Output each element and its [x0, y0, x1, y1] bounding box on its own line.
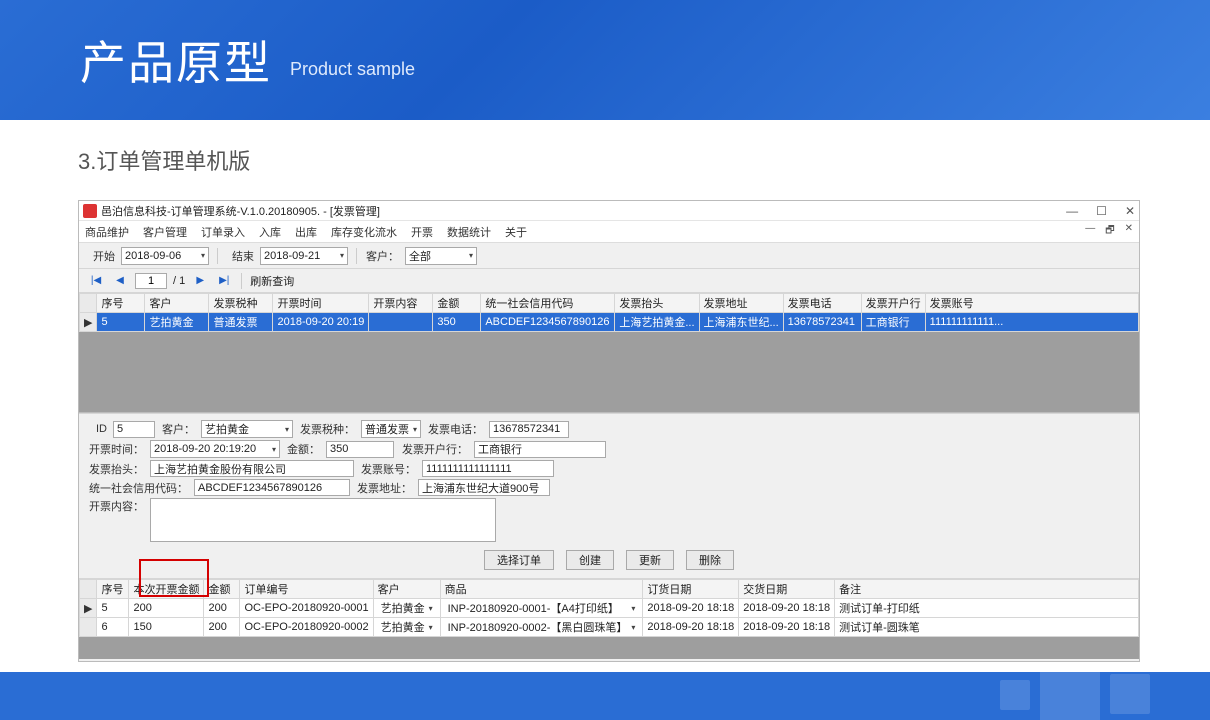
bank-field[interactable]: 工商银行	[474, 441, 606, 458]
menu-item[interactable]: 出库	[295, 224, 317, 240]
menu-item[interactable]: 库存变化流水	[331, 224, 397, 240]
mdi-close[interactable]: ✕	[1125, 223, 1133, 240]
menu-item[interactable]: 客户管理	[143, 224, 187, 240]
app-window: 邑泊信息科技-订单管理系统-V.1.0.20180905. - [发票管理] —…	[78, 200, 1140, 662]
menu-item[interactable]: 数据统计	[447, 224, 491, 240]
update-button[interactable]: 更新	[626, 550, 674, 570]
chevron-down-icon: ▾	[340, 251, 344, 260]
next-page-button[interactable]: ▶	[191, 272, 209, 290]
refresh-button[interactable]: 刷新查询	[250, 273, 294, 289]
slide-header: 产品原型 Product sample	[0, 0, 1210, 120]
taxtype-combo[interactable]: 普通发票▾	[361, 420, 421, 438]
invoice-grid[interactable]: 序号客户发票税种开票时间开票内容金额统一社会信用代码发票抬头发票地址发票电话发票…	[79, 293, 1139, 413]
invoice-form: ID 5 客户： 艺拍黄金▾ 发票税种： 普通发票▾ 发票电话： 1367857…	[79, 413, 1139, 579]
chevron-down-icon: ▾	[201, 251, 205, 260]
menu-item[interactable]: 入库	[259, 224, 281, 240]
win-max-button[interactable]: ☐	[1096, 204, 1107, 218]
head-field[interactable]: 上海艺拍黄金股份有限公司	[150, 460, 354, 477]
end-date-input[interactable]: 2018-09-21▾	[260, 247, 348, 265]
app-icon	[83, 204, 97, 218]
menubar: 商品维护 客户管理 订单录入 入库 出库 库存变化流水 开票 数据统计 关于 —…	[79, 221, 1139, 243]
chevron-down-icon: ▾	[469, 251, 473, 260]
end-label: 结束	[226, 248, 254, 264]
menu-item[interactable]: 开票	[411, 224, 433, 240]
menu-item[interactable]: 关于	[505, 224, 527, 240]
start-label: 开始	[87, 248, 115, 264]
slide-footer	[0, 672, 1210, 720]
menu-item[interactable]: 订单录入	[201, 224, 245, 240]
window-title: 邑泊信息科技-订单管理系统-V.1.0.20180905. - [发票管理]	[101, 203, 1066, 219]
page-input[interactable]	[135, 273, 167, 289]
tel-field[interactable]: 13678572341	[489, 421, 569, 438]
select-order-button[interactable]: 选择订单	[484, 550, 554, 570]
pager: |◀ ◀ / 1 ▶ ▶| 刷新查询	[79, 269, 1139, 293]
page-total: / 1	[173, 275, 185, 287]
mdi-min[interactable]: —	[1085, 223, 1095, 240]
filter-toolbar: 开始 2018-09-06▾ 结束 2018-09-21▾ 客户： 全部▾	[79, 243, 1139, 269]
win-min-button[interactable]: —	[1066, 204, 1078, 218]
create-button[interactable]: 创建	[566, 550, 614, 570]
customer-filter-combo[interactable]: 全部▾	[405, 247, 477, 265]
customer-combo[interactable]: 艺拍黄金▾	[201, 420, 293, 438]
last-page-button[interactable]: ▶|	[215, 272, 233, 290]
amount-field[interactable]: 350	[326, 441, 394, 458]
first-page-button[interactable]: |◀	[87, 272, 105, 290]
credit-field[interactable]: ABCDEF1234567890126	[194, 479, 350, 496]
win-close-button[interactable]: ✕	[1125, 204, 1135, 218]
section-title: 3.订单管理单机版	[0, 120, 1210, 190]
slide-title-cn: 产品原型	[80, 27, 272, 93]
time-field[interactable]: 2018-09-20 20:19:20▾	[150, 440, 280, 458]
address-field[interactable]: 上海浦东世纪大道900号	[418, 479, 550, 496]
menu-item[interactable]: 商品维护	[85, 224, 129, 240]
account-field[interactable]: 1111111111111111	[422, 460, 554, 477]
titlebar: 邑泊信息科技-订单管理系统-V.1.0.20180905. - [发票管理] —…	[79, 201, 1139, 221]
order-items-grid[interactable]: 序号本次开票金额金额订单编号客户商品订货日期交货日期备注 ▶5200200OC-…	[79, 579, 1139, 659]
customer-label: 客户：	[365, 248, 399, 264]
slide-title-en: Product sample	[290, 59, 415, 80]
content-textarea[interactable]	[150, 498, 496, 542]
id-field[interactable]: 5	[113, 421, 155, 438]
start-date-input[interactable]: 2018-09-06▾	[121, 247, 209, 265]
prev-page-button[interactable]: ◀	[111, 272, 129, 290]
mdi-restore[interactable]: 🗗	[1105, 223, 1114, 240]
delete-button[interactable]: 删除	[686, 550, 734, 570]
